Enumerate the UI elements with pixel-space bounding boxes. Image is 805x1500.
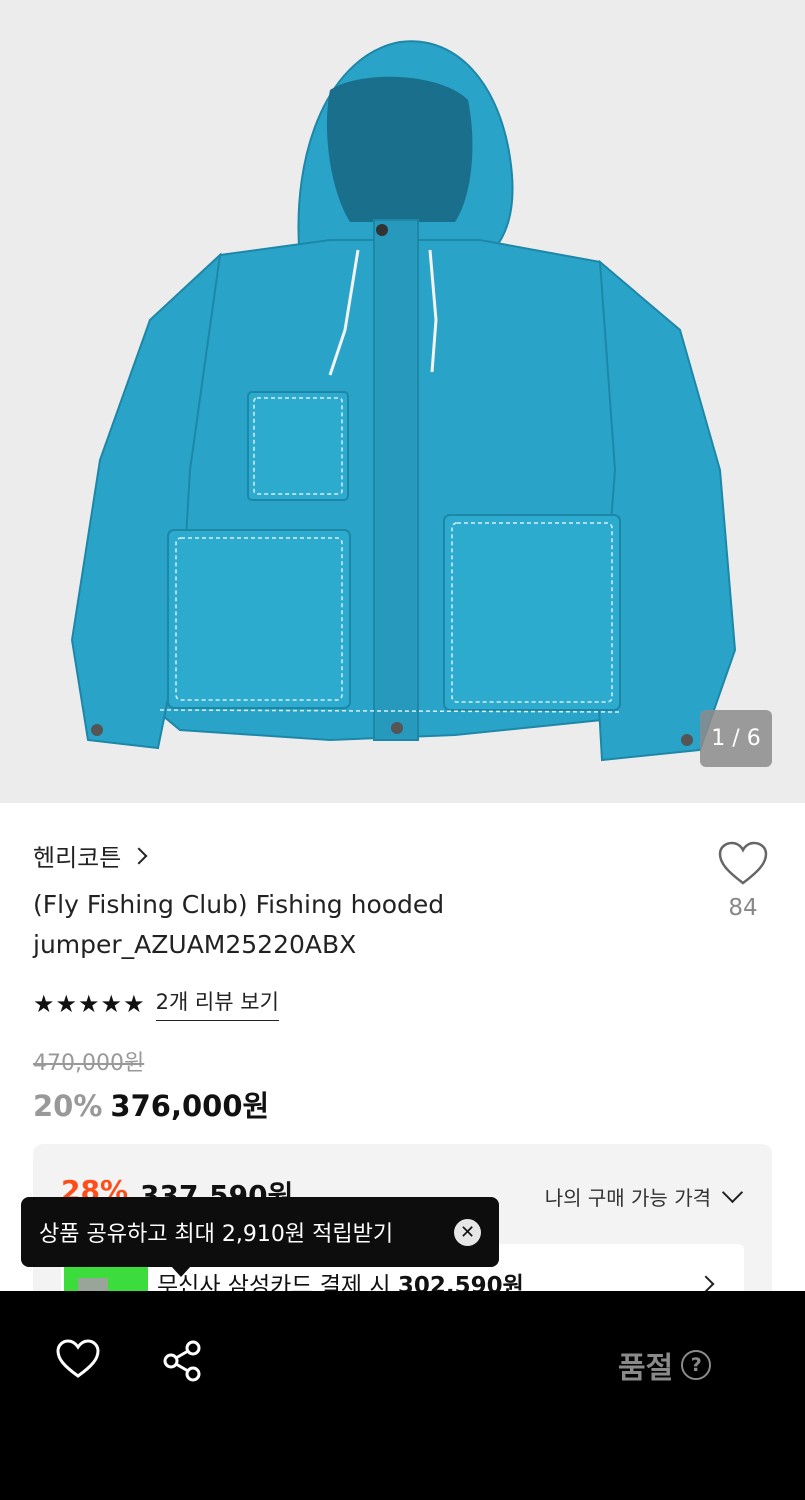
brand-name: 헨리코튼 [33, 844, 122, 872]
product-image [70, 40, 737, 762]
share-button[interactable] [162, 1339, 204, 1387]
price-row: 20% 376,000원 [33, 1083, 269, 1125]
close-icon[interactable]: ✕ [454, 1219, 481, 1246]
like-count: 84 [728, 895, 758, 921]
share-icon [163, 1340, 201, 1382]
discount-rate: 20% [33, 1089, 103, 1123]
bottom-like-button[interactable] [56, 1339, 100, 1383]
share-reward-tooltip: 상품 공유하고 최대 2,910원 적립받기 ✕ [21, 1197, 499, 1277]
chevron-right-icon [697, 1275, 715, 1293]
sold-out-status[interactable]: 품절 ? [618, 1343, 712, 1387]
tooltip-tail [171, 1266, 191, 1277]
review-link[interactable]: 2개 리뷰 보기 [155, 986, 279, 1021]
like-toggle[interactable]: 84 [705, 841, 781, 921]
my-price-label: 나의 구매 가능 가격 [544, 1186, 711, 1210]
heart-icon [56, 1339, 100, 1378]
tooltip-text: 상품 공유하고 최대 2,910원 적립받기 [39, 1222, 394, 1247]
chevron-right-icon [130, 847, 148, 864]
help-icon: ? [681, 1350, 712, 1380]
product-image-gallery[interactable]: 1 / 6 [0, 0, 805, 803]
my-price-toggle[interactable]: 나의 구매 가능 가격 [544, 1181, 744, 1211]
sold-out-label: 품절 [618, 1351, 674, 1386]
heart-icon [718, 841, 768, 885]
original-price: 470,000원 [33, 1051, 145, 1076]
star-rating: ★★★★★ [33, 989, 146, 1018]
product-title: (Fly Fishing Club) Fishing hooded jumper… [33, 890, 445, 959]
rating-row: ★★★★★ 2개 리뷰 보기 [33, 986, 279, 1021]
chevron-down-icon [721, 1181, 744, 1204]
brand-link[interactable]: 헨리코튼 [33, 838, 148, 873]
bottom-action-bar: 품절 ? [0, 1291, 805, 1500]
sale-price: 376,000원 [110, 1089, 270, 1123]
image-counter: 1 / 6 [700, 710, 772, 767]
